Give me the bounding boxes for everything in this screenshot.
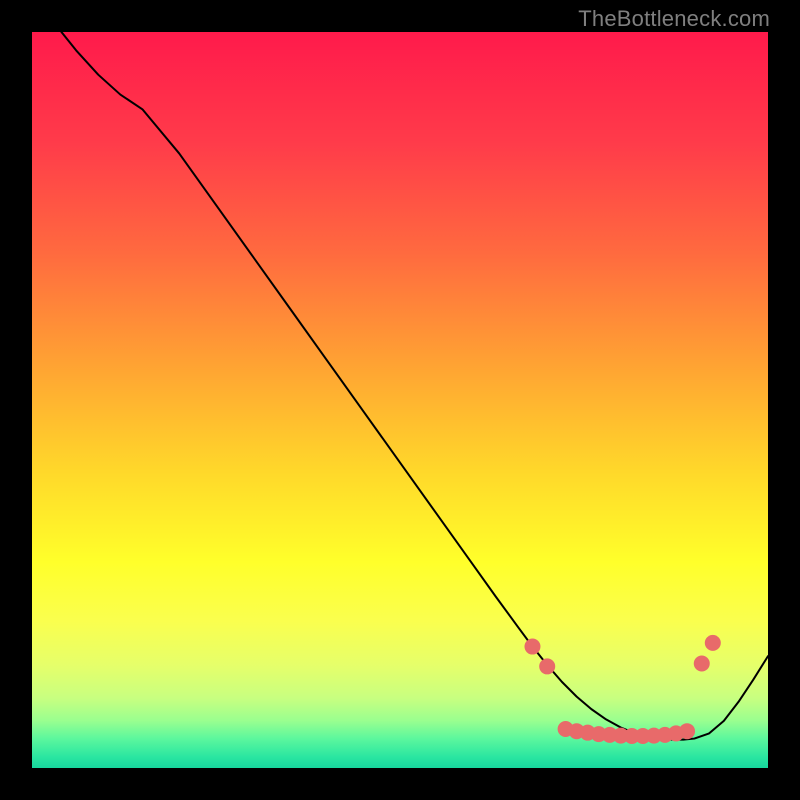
chart-background (32, 32, 768, 768)
marker-point (694, 655, 710, 671)
chart-frame: TheBottleneck.com (0, 0, 800, 800)
chart-svg (32, 32, 768, 768)
marker-point (705, 635, 721, 651)
watermark-text: TheBottleneck.com (578, 6, 770, 32)
plot-area (32, 32, 768, 768)
marker-point (539, 658, 555, 674)
marker-point (524, 639, 540, 655)
marker-point (679, 723, 695, 739)
